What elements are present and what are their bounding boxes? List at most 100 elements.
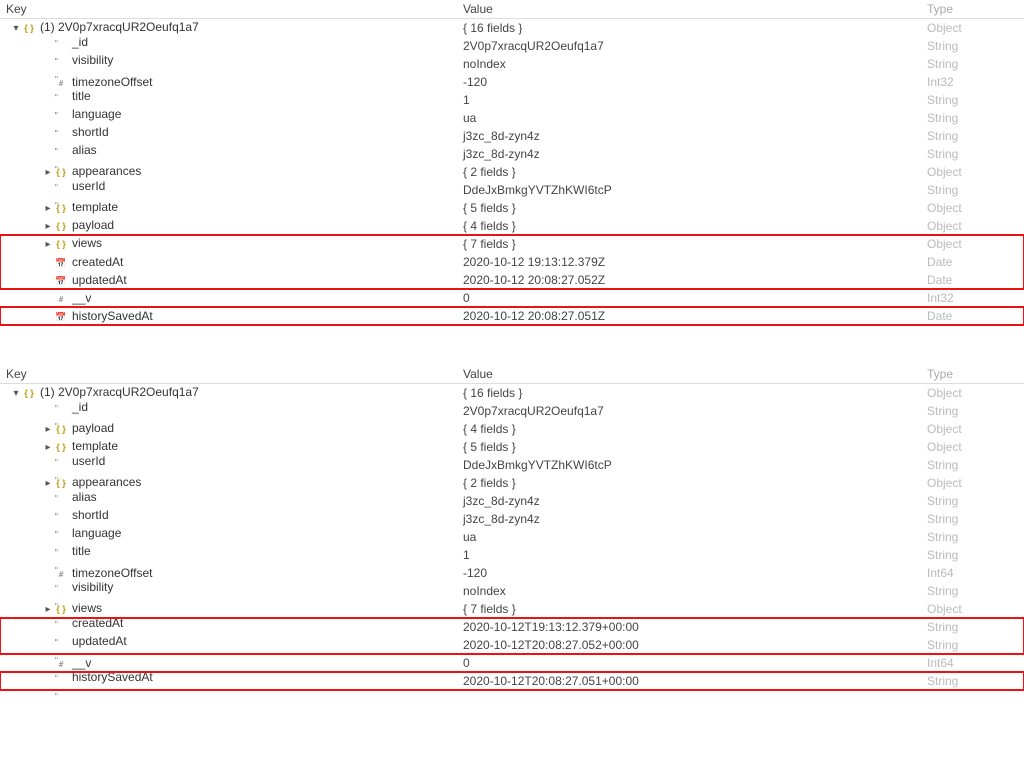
root-key-label: (1) 2V0p7xracqUR2Oeufq1a7: [40, 385, 199, 399]
field-type: Object: [927, 163, 1017, 181]
field-value: -120: [463, 564, 927, 582]
field-type: String: [927, 636, 1017, 654]
field-key: views: [72, 236, 102, 250]
expand-toggle-icon[interactable]: ▸: [42, 236, 54, 254]
tree-row[interactable]: " "userIdDdeJxBmkgYVTZhKWI6tcPString: [0, 456, 1024, 474]
root-type: Object: [927, 384, 1017, 402]
object-icon: { }: [54, 238, 68, 250]
tree-row[interactable]: 📅historySavedAt2020-10-12 20:08:27.051ZD…: [0, 307, 1024, 325]
field-type: Object: [927, 438, 1017, 456]
field-type: Object: [927, 420, 1017, 438]
highlight-box: " "createdAt2020-10-12T19:13:12.379+00:0…: [0, 618, 1024, 654]
field-value: 0: [463, 654, 927, 672]
field-key: title: [72, 544, 91, 558]
field-value: 2020-10-12T20:08:27.051+00:00: [463, 672, 927, 690]
field-type: String: [927, 582, 1017, 600]
column-header-value[interactable]: Value: [463, 2, 927, 16]
field-value: { 5 fields }: [463, 438, 927, 456]
field-value: 2V0p7xracqUR2Oeufq1a7: [463, 402, 927, 420]
field-type: Date: [927, 307, 1017, 325]
int-icon: #: [54, 294, 68, 306]
field-value: { 7 fields }: [463, 235, 927, 253]
field-value: 0: [463, 289, 927, 307]
field-key: payload: [72, 218, 114, 232]
root-value: { 16 fields }: [463, 19, 927, 37]
tree-row[interactable]: " "visibilitynoIndexString: [0, 582, 1024, 600]
tree-row[interactable]: ▸{ }payload{ 4 fields }Object: [0, 217, 1024, 235]
column-header-key[interactable]: Key: [0, 2, 463, 16]
field-type: String: [927, 127, 1017, 145]
column-header-row: KeyValueType: [0, 365, 1024, 384]
column-header-type[interactable]: Type: [927, 367, 1017, 381]
field-type: Object: [927, 235, 1017, 253]
field-type: String: [927, 402, 1017, 420]
field-key: visibility: [72, 580, 113, 594]
field-key: template: [72, 439, 118, 453]
field-type: String: [927, 55, 1017, 73]
field-type: Int64: [927, 654, 1017, 672]
field-value: 2020-10-12T19:13:12.379+00:00: [463, 618, 927, 636]
string-icon: " ": [54, 682, 68, 694]
field-type: String: [927, 91, 1017, 109]
tree-row[interactable]: " "title1String: [0, 546, 1024, 564]
field-type: String: [927, 546, 1017, 564]
field-type: String: [927, 109, 1017, 127]
field-key: language: [72, 107, 121, 121]
field-value: { 2 fields }: [463, 163, 927, 181]
field-value: { 4 fields }: [463, 217, 927, 235]
date-icon: 📅: [54, 257, 68, 269]
tree-row[interactable]: " "updatedAt2020-10-12T20:08:27.052+00:0…: [0, 636, 1024, 654]
field-key: historySavedAt: [72, 309, 153, 323]
field-key: __v: [72, 291, 91, 305]
field-value: ua: [463, 109, 927, 127]
root-value: { 16 fields }: [463, 384, 927, 402]
tree-row[interactable]: " "visibilitynoIndexString: [0, 55, 1024, 73]
field-key: userId: [72, 179, 105, 193]
field-type: String: [927, 528, 1017, 546]
field-key: alias: [72, 143, 97, 157]
column-header-key[interactable]: Key: [0, 367, 463, 381]
field-type: Object: [927, 474, 1017, 492]
field-key: _id: [72, 400, 88, 414]
field-value: { 2 fields }: [463, 474, 927, 492]
tree-row[interactable]: " "_id2V0p7xracqUR2Oeufq1a7String: [0, 402, 1024, 420]
field-key: appearances: [72, 164, 141, 178]
field-value: j3zc_8d-zyn4z: [463, 510, 927, 528]
column-header-value[interactable]: Value: [463, 367, 927, 381]
field-key: template: [72, 200, 118, 214]
tree-row[interactable]: ▸{ }payload{ 4 fields }Object: [0, 420, 1024, 438]
highlight-box: 📅historySavedAt2020-10-12 20:08:27.051ZD…: [0, 307, 1024, 325]
field-key: historySavedAt: [72, 670, 153, 684]
tree-row[interactable]: ▸{ }template{ 5 fields }Object: [0, 199, 1024, 217]
field-type: Object: [927, 199, 1017, 217]
tree-row[interactable]: " "aliasj3zc_8d-zyn4zString: [0, 145, 1024, 163]
tree-row[interactable]: " "historySavedAt2020-10-12T20:08:27.051…: [0, 672, 1024, 690]
highlight-box: " "historySavedAt2020-10-12T20:08:27.051…: [0, 672, 1024, 690]
date-icon: 📅: [54, 275, 68, 287]
field-type: String: [927, 618, 1017, 636]
object-icon: { }: [54, 423, 68, 435]
field-type: Int64: [927, 564, 1017, 582]
tree-row[interactable]: " "userIdDdeJxBmkgYVTZhKWI6tcPString: [0, 181, 1024, 199]
tree-row[interactable]: #__v0Int32: [0, 289, 1024, 307]
field-type: Int32: [927, 73, 1017, 91]
tree-row[interactable]: 📅createdAt2020-10-12 19:13:12.379ZDate: [0, 253, 1024, 271]
field-value: 1: [463, 91, 927, 109]
field-value: 2020-10-12 19:13:12.379Z: [463, 253, 927, 271]
tree-row[interactable]: 📅updatedAt2020-10-12 20:08:27.052ZDate: [0, 271, 1024, 289]
tree-row[interactable]: ▸{ } views { 7 fields }Object: [0, 235, 1024, 253]
field-value: j3zc_8d-zyn4z: [463, 145, 927, 163]
field-value: 2020-10-12 20:08:27.051Z: [463, 307, 927, 325]
field-type: String: [927, 181, 1017, 199]
field-value: 1: [463, 546, 927, 564]
field-value: ua: [463, 528, 927, 546]
field-type: String: [927, 145, 1017, 163]
field-type: String: [927, 456, 1017, 474]
field-value: 2V0p7xracqUR2Oeufq1a7: [463, 37, 927, 55]
column-header-type[interactable]: Type: [927, 2, 1017, 16]
field-value: DdeJxBmkgYVTZhKWI6tcP: [463, 456, 927, 474]
field-type: Object: [927, 600, 1017, 618]
field-type: String: [927, 492, 1017, 510]
field-value: { 5 fields }: [463, 199, 927, 217]
field-type: Date: [927, 253, 1017, 271]
